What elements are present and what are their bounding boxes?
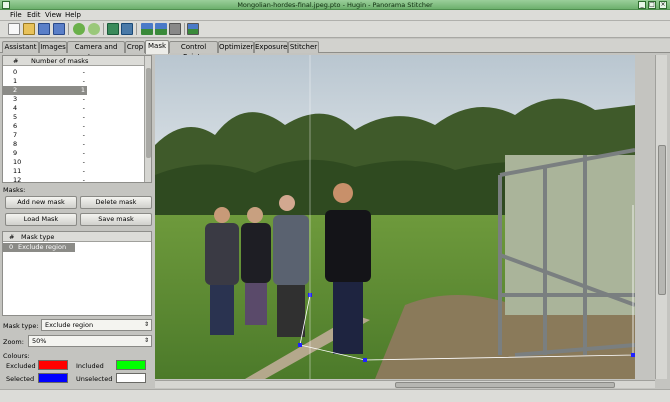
tab-mask[interactable]: Mask: [145, 40, 169, 54]
unselected-label: Unselected: [76, 375, 113, 383]
tab-assistant[interactable]: Assistant: [2, 41, 39, 53]
status-bar: [0, 389, 670, 402]
tab-control-points[interactable]: Control Points: [169, 41, 218, 61]
table-row-selected[interactable]: 21: [3, 86, 87, 95]
column-header-index[interactable]: #: [9, 233, 14, 241]
table-row[interactable]: 8-: [3, 140, 145, 149]
open-project-icon[interactable]: [23, 23, 35, 35]
column-header-mask-type[interactable]: Mask type: [21, 233, 54, 241]
save-mask-button[interactable]: Save mask: [80, 213, 152, 226]
preview-horizontal-scrollbar[interactable]: [155, 380, 655, 388]
unselected-color-swatch[interactable]: [116, 373, 146, 383]
panorama-photo: [155, 55, 635, 379]
selected-color-swatch[interactable]: [38, 373, 68, 383]
table-row[interactable]: 12-: [3, 176, 145, 182]
tab-images[interactable]: Images: [39, 41, 67, 53]
scrollbar-thumb[interactable]: [395, 382, 615, 388]
new-project-icon[interactable]: [8, 23, 20, 35]
menu-help[interactable]: Help: [65, 11, 81, 19]
redo-icon[interactable]: [88, 23, 100, 35]
add-new-mask-button[interactable]: Add new mask: [5, 196, 77, 209]
undo-icon[interactable]: [73, 23, 85, 35]
mask-list[interactable]: # Mask type 0 Exclude region: [2, 231, 152, 316]
table-row[interactable]: 1-: [3, 77, 145, 86]
colours-label: Colours:: [3, 352, 30, 360]
table-row[interactable]: 10-: [3, 158, 145, 167]
excluded-color-swatch[interactable]: [38, 360, 68, 370]
maximize-icon[interactable]: □: [648, 1, 656, 9]
menu-file[interactable]: File: [10, 11, 22, 19]
window-titlebar: Mongolian-hordes-final.jpeg.pto - Hugin …: [0, 0, 670, 10]
scrollbar-thumb[interactable]: [658, 145, 666, 295]
selected-label: Selected: [6, 375, 35, 383]
delete-mask-button[interactable]: Delete mask: [80, 196, 152, 209]
mask-type-select[interactable]: Exclude region ⇕: [41, 319, 152, 331]
spin-arrows-icon: ⇕: [143, 337, 149, 344]
spin-arrows-icon: ⇕: [143, 321, 149, 328]
table-row[interactable]: 7-: [3, 131, 145, 140]
toolbar-separator: [184, 23, 185, 35]
table-row[interactable]: 4-: [3, 104, 145, 113]
mask-list-header: # Mask type: [3, 232, 151, 242]
included-color-swatch[interactable]: [116, 360, 146, 370]
zoom-label: Zoom:: [3, 338, 24, 346]
table-row[interactable]: 0-: [3, 68, 145, 77]
toolbar-separator: [68, 23, 69, 35]
tab-exposure[interactable]: Exposure: [254, 41, 288, 53]
minimize-icon[interactable]: _: [638, 1, 646, 9]
fast-preview-icon[interactable]: [169, 23, 181, 35]
toolbar-separator: [136, 23, 137, 35]
table-row[interactable]: 9-: [3, 149, 145, 158]
mask-image-preview[interactable]: [155, 55, 635, 379]
scrollbar-thumb[interactable]: [146, 68, 151, 158]
menu-edit[interactable]: Edit: [27, 11, 41, 19]
image-list-scrollbar[interactable]: [144, 56, 151, 182]
tab-crop[interactable]: Crop: [125, 41, 145, 53]
main-tabs: Assistant Images Camera and Lens Crop Ma…: [0, 39, 670, 61]
menu-bar: File Edit View Help: [0, 10, 670, 21]
mask-left-panel: # Number of masks 0- 1- 21 3- 4- 5- 6- 7…: [2, 55, 152, 385]
zoom-select[interactable]: 50% ⇕: [28, 335, 152, 347]
column-header-masks[interactable]: Number of masks: [31, 57, 88, 65]
stitch-icon[interactable]: [187, 23, 199, 35]
add-time-series-icon[interactable]: [121, 23, 133, 35]
menu-view[interactable]: View: [45, 11, 62, 19]
save-as-icon[interactable]: [53, 23, 65, 35]
table-row[interactable]: 11-: [3, 167, 145, 176]
tab-optimizer[interactable]: Optimizer: [218, 41, 254, 53]
included-label: Included: [76, 362, 104, 370]
column-header-index[interactable]: #: [13, 57, 18, 65]
tab-camera-and-lens[interactable]: Camera and Lens: [67, 41, 125, 61]
tab-stitcher[interactable]: Stitcher: [288, 41, 319, 53]
toolbar: [0, 21, 670, 38]
image-list[interactable]: # Number of masks 0- 1- 21 3- 4- 5- 6- 7…: [2, 55, 152, 183]
mask-row-selected[interactable]: 0 Exclude region: [3, 243, 75, 252]
excluded-label: Excluded: [6, 362, 36, 370]
load-mask-button[interactable]: Load Mask: [5, 213, 77, 226]
window-title: Mongolian-hordes-final.jpeg.pto - Hugin …: [237, 1, 433, 9]
preview-icon[interactable]: [155, 23, 167, 35]
close-icon[interactable]: ×: [659, 1, 667, 9]
save-icon[interactable]: [38, 23, 50, 35]
table-row[interactable]: 3-: [3, 95, 145, 104]
optimize-icon[interactable]: [141, 23, 153, 35]
table-row[interactable]: 5-: [3, 113, 145, 122]
preview-vertical-scrollbar[interactable]: [655, 55, 667, 379]
table-row[interactable]: 6-: [3, 122, 145, 131]
masks-label: Masks:: [3, 186, 26, 194]
mask-type-label: Mask type:: [3, 322, 39, 330]
add-images-icon[interactable]: [107, 23, 119, 35]
image-list-header: # Number of masks: [3, 56, 145, 66]
toolbar-separator: [103, 23, 104, 35]
